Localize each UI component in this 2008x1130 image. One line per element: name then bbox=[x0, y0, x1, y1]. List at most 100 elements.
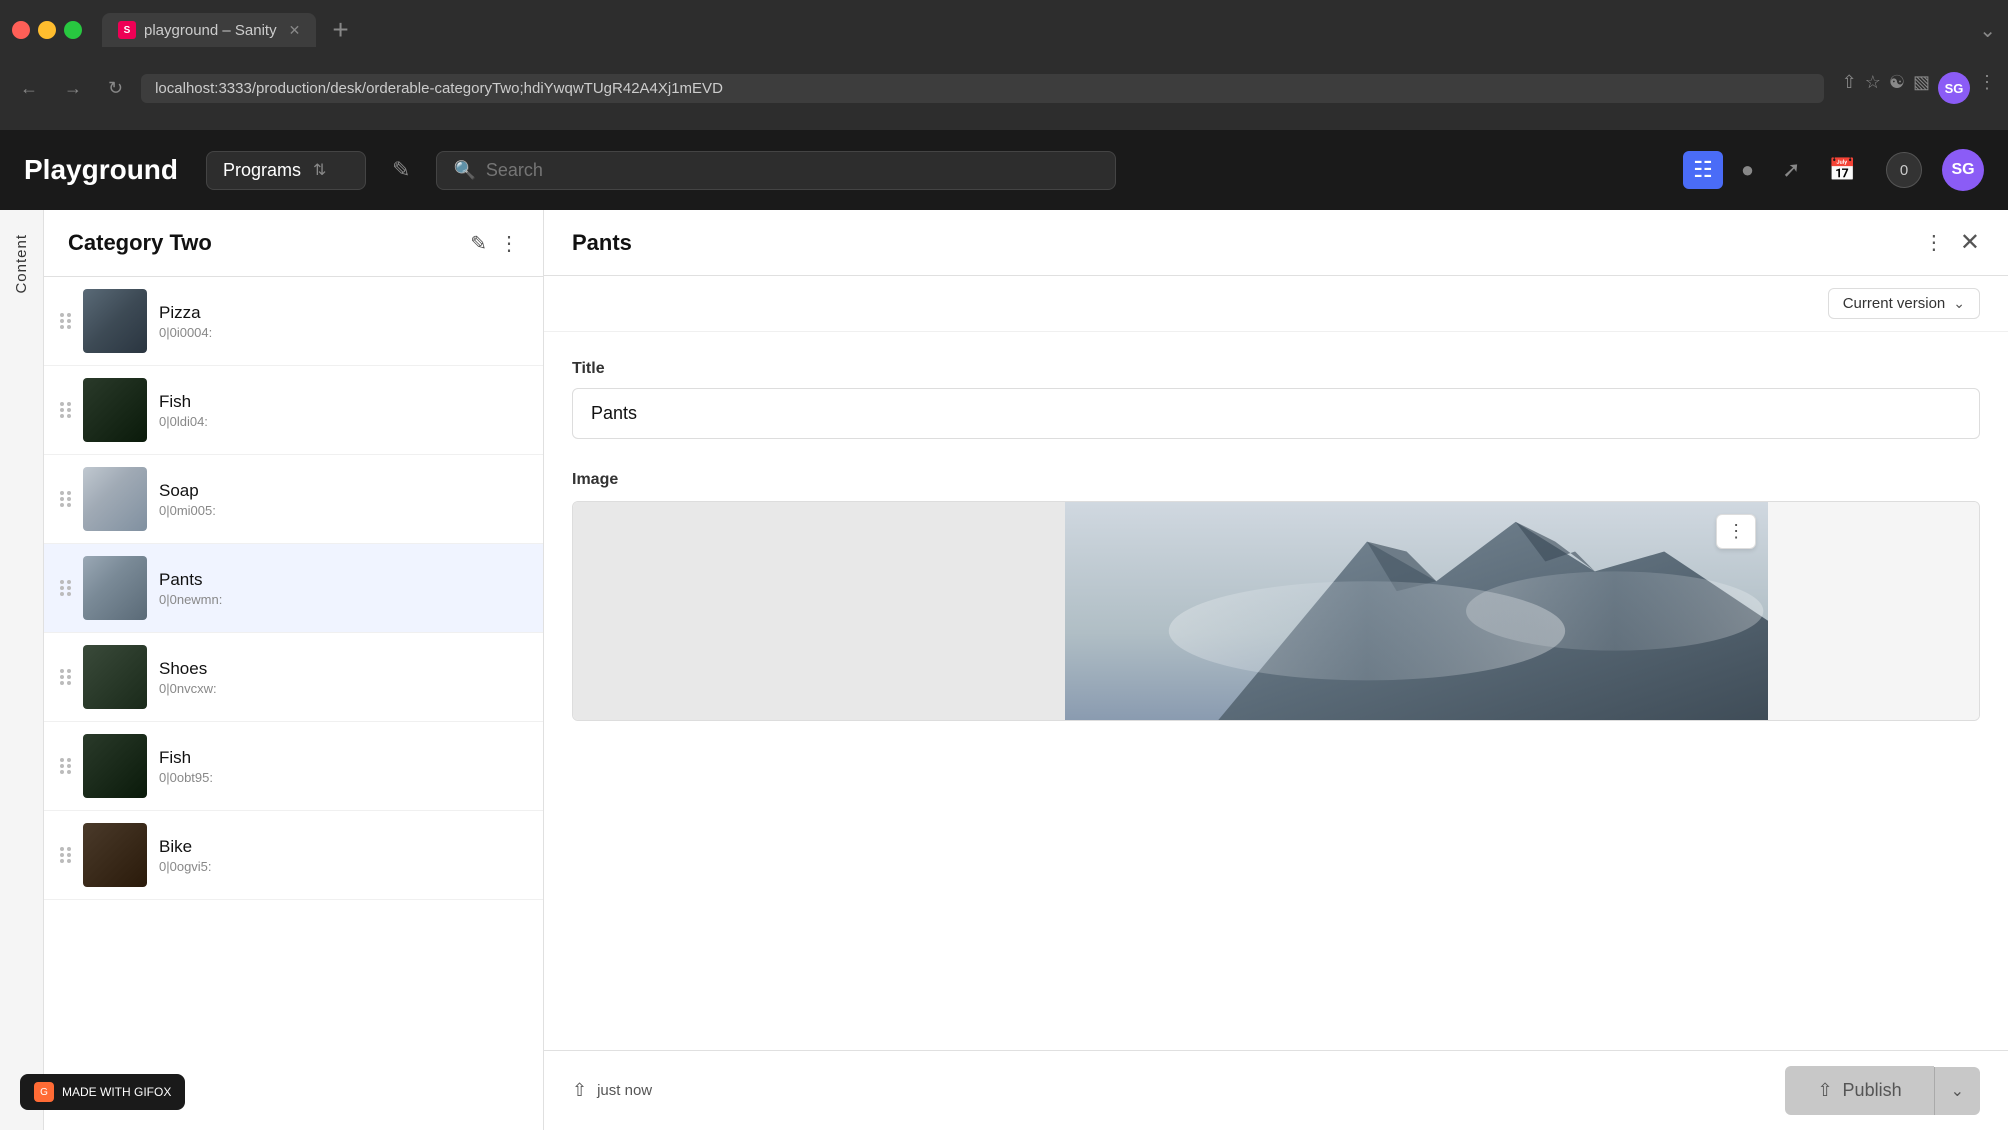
drag-handle-icon[interactable] bbox=[60, 491, 71, 507]
list-item[interactable]: Soap 0|0mi005: bbox=[44, 455, 543, 544]
nav-actions: ⇧ ☆ ☯ ▧ SG ⋮ bbox=[1842, 72, 1996, 104]
item-id: 0|0obt95: bbox=[159, 770, 527, 785]
bookmark-icon[interactable]: ☆ bbox=[1865, 72, 1881, 104]
title-field-section: Title bbox=[572, 360, 1980, 439]
gifox-logo: G bbox=[34, 1082, 54, 1102]
search-input[interactable] bbox=[486, 160, 1100, 181]
app: Playground Programs ⇅ ✎ 🔍 ☷ ● ➚ 📅 0 SG C… bbox=[0, 130, 2008, 1130]
item-info: Soap 0|0mi005: bbox=[159, 481, 527, 518]
version-select[interactable]: Current version ⌄ bbox=[1828, 288, 1980, 319]
list-item[interactable]: Pizza 0|0i0004: bbox=[44, 277, 543, 366]
item-thumbnail bbox=[83, 467, 147, 531]
main-content: Content Category Two ✎ ⋮ bbox=[0, 210, 2008, 1130]
browser-user-avatar[interactable]: SG bbox=[1938, 72, 1970, 104]
image-field-label: Image bbox=[572, 471, 1980, 489]
tab-title: playground – Sanity bbox=[144, 22, 277, 39]
right-panel-header: Pants ⋮ ✕ bbox=[544, 210, 2008, 276]
app-title: Playground bbox=[24, 154, 178, 186]
image-menu-btn[interactable]: ⋮ bbox=[1716, 514, 1756, 549]
refresh-btn[interactable]: ↻ bbox=[100, 74, 131, 103]
panel-header: Category Two ✎ ⋮ bbox=[44, 210, 543, 277]
version-chevron-icon: ⌄ bbox=[1953, 295, 1965, 312]
right-panel-title: Pants bbox=[572, 230, 1924, 256]
item-info: Pizza 0|0i0004: bbox=[159, 303, 527, 340]
gifox-label: MADE WITH GIFOX bbox=[62, 1085, 171, 1099]
share-icon[interactable]: ⇧ bbox=[1842, 72, 1857, 104]
programs-label: Programs bbox=[223, 160, 301, 181]
drag-handle-icon[interactable] bbox=[60, 313, 71, 329]
right-panel-more-icon[interactable]: ⋮ bbox=[1924, 230, 1944, 255]
item-thumbnail bbox=[83, 645, 147, 709]
save-timestamp: just now bbox=[597, 1082, 652, 1099]
preview-view-btn[interactable]: ● bbox=[1731, 151, 1764, 189]
panel-edit-icon[interactable]: ✎ bbox=[470, 231, 487, 256]
drag-handle-icon[interactable] bbox=[60, 402, 71, 418]
programs-dropdown[interactable]: Programs ⇅ bbox=[206, 151, 366, 190]
list-items: Pizza 0|0i0004: Fish bbox=[44, 277, 543, 1130]
url-text: localhost:3333/production/desk/orderable… bbox=[155, 80, 723, 97]
panel-more-icon[interactable]: ⋮ bbox=[499, 231, 519, 256]
browser-titlebar: S playground – Sanity ✕ + ⌄ bbox=[0, 0, 2008, 60]
calendar-view-btn[interactable]: 📅 bbox=[1819, 151, 1866, 189]
list-item[interactable]: Shoes 0|0nvcxw: bbox=[44, 633, 543, 722]
close-panel-icon[interactable]: ✕ bbox=[1960, 228, 1980, 257]
image-container: ⋮ bbox=[572, 501, 1980, 721]
drag-handle-icon[interactable] bbox=[60, 669, 71, 685]
browser-menu-icon[interactable]: ⋮ bbox=[1978, 72, 1996, 104]
list-item-active[interactable]: Pants 0|0newmn: bbox=[44, 544, 543, 633]
item-id: 0|0mi005: bbox=[159, 503, 527, 518]
list-item[interactable]: Fish 0|0obt95: bbox=[44, 722, 543, 811]
sidebar-toggle-icon[interactable]: ▧ bbox=[1913, 72, 1930, 104]
bottom-bar: ⇧ just now ⇧ Publish ⌄ bbox=[544, 1050, 2008, 1130]
back-btn[interactable]: ← bbox=[12, 74, 46, 103]
edit-icon[interactable]: ✎ bbox=[386, 151, 416, 189]
drag-handle-icon[interactable] bbox=[60, 847, 71, 863]
item-info: Fish 0|0ldi04: bbox=[159, 392, 527, 429]
title-field-label: Title bbox=[572, 360, 1980, 378]
tab-favicon: S bbox=[118, 21, 136, 39]
view-buttons: ☷ ● ➚ 📅 bbox=[1683, 151, 1866, 189]
list-item[interactable]: Bike 0|0ogvi5: bbox=[44, 811, 543, 900]
maximize-window-btn[interactable] bbox=[64, 21, 82, 39]
item-info: Pants 0|0newmn: bbox=[159, 570, 527, 607]
image-main-panel: ⋮ bbox=[1065, 502, 1768, 720]
external-link-btn[interactable]: ➚ bbox=[1772, 151, 1810, 189]
sidebar-tab-label[interactable]: Content bbox=[13, 234, 30, 294]
upload-icon: ⇧ bbox=[572, 1080, 587, 1101]
drag-handle-icon[interactable] bbox=[60, 758, 71, 774]
title-field-input[interactable] bbox=[572, 388, 1980, 439]
item-thumbnail bbox=[83, 823, 147, 887]
address-bar[interactable]: localhost:3333/production/desk/orderable… bbox=[141, 74, 1824, 103]
extensions-icon[interactable]: ☯ bbox=[1889, 72, 1905, 104]
list-item[interactable]: Fish 0|0ldi04: bbox=[44, 366, 543, 455]
image-left-panel bbox=[573, 502, 1065, 720]
item-id: 0|0nvcxw: bbox=[159, 681, 527, 696]
browser-navbar: ← → ↻ localhost:3333/production/desk/ord… bbox=[0, 60, 2008, 116]
left-panel: Category Two ✎ ⋮ bbox=[44, 210, 544, 1130]
programs-chevron-icon: ⇅ bbox=[313, 160, 326, 180]
item-thumbnail bbox=[83, 734, 147, 798]
user-avatar[interactable]: SG bbox=[1942, 149, 1984, 191]
browser-tab[interactable]: S playground – Sanity ✕ bbox=[102, 13, 316, 47]
item-thumbnail bbox=[83, 378, 147, 442]
browser-chrome: S playground – Sanity ✕ + ⌄ ← → ↻ localh… bbox=[0, 0, 2008, 130]
version-label: Current version bbox=[1843, 295, 1946, 312]
right-panel-actions: ⋮ ✕ bbox=[1924, 228, 1980, 257]
new-tab-btn[interactable]: + bbox=[332, 14, 348, 46]
publish-icon: ⇧ bbox=[1817, 1080, 1832, 1101]
save-status: ⇧ just now bbox=[572, 1080, 652, 1101]
publish-button[interactable]: ⇧ Publish bbox=[1785, 1066, 1933, 1115]
notification-badge[interactable]: 0 bbox=[1886, 152, 1922, 188]
item-name: Bike bbox=[159, 837, 527, 857]
close-window-btn[interactable] bbox=[12, 21, 30, 39]
forward-btn[interactable]: → bbox=[56, 74, 90, 103]
publish-area: ⇧ Publish ⌄ bbox=[1785, 1066, 1980, 1115]
tab-close-icon[interactable]: ✕ bbox=[289, 22, 301, 39]
publish-dropdown-btn[interactable]: ⌄ bbox=[1934, 1067, 1980, 1115]
item-id: 0|0ogvi5: bbox=[159, 859, 527, 874]
drag-handle-icon[interactable] bbox=[60, 580, 71, 596]
minimize-window-btn[interactable] bbox=[38, 21, 56, 39]
item-info: Shoes 0|0nvcxw: bbox=[159, 659, 527, 696]
item-name: Pants bbox=[159, 570, 527, 590]
grid-view-btn[interactable]: ☷ bbox=[1683, 151, 1723, 189]
